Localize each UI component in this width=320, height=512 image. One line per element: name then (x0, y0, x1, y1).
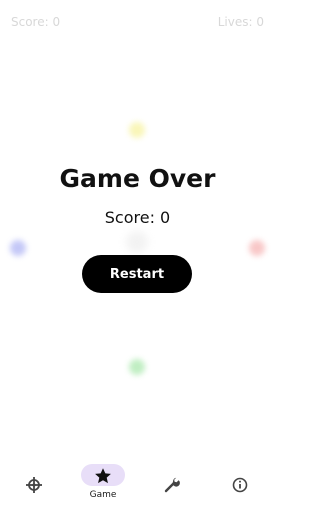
restart-button[interactable]: Restart (82, 255, 192, 293)
wrench-icon (162, 475, 182, 495)
nav-item-info[interactable] (206, 455, 274, 512)
blue-orb (10, 240, 26, 256)
hud-score: Score: 0 (11, 15, 61, 29)
nav-item-target[interactable] (0, 455, 68, 512)
yellow-orb (129, 122, 145, 138)
green-orb (129, 359, 145, 375)
bottom-navigation: Game (0, 455, 275, 512)
info-icon (230, 475, 250, 495)
nav-item-tools[interactable] (138, 455, 206, 512)
nav-label-game: Game (89, 490, 117, 500)
center-orb (126, 231, 148, 253)
game-over-title: Game Over (59, 164, 216, 193)
hud-lives: Lives: 0 (217, 15, 264, 29)
crosshair-icon (24, 475, 44, 495)
final-score: Score: 0 (104, 208, 171, 227)
star-icon (93, 466, 113, 486)
nav-item-game[interactable]: Game (69, 455, 137, 512)
red-orb (249, 240, 265, 256)
